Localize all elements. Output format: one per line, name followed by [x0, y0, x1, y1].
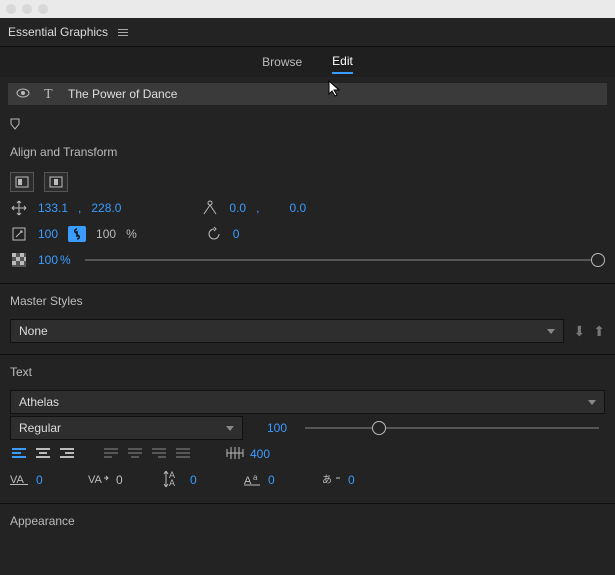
- baseline-field: Aa 0: [244, 472, 294, 489]
- section-text: Text Athelas Regular 100: [10, 365, 605, 493]
- opacity-slider[interactable]: [85, 253, 599, 267]
- window-close-dot[interactable]: [6, 4, 16, 14]
- move-icon: [10, 199, 28, 217]
- panel-header: Essential Graphics: [0, 18, 615, 47]
- scale-icon: [10, 225, 28, 243]
- opacity-unit: %: [60, 253, 71, 267]
- tab-edit[interactable]: Edit: [332, 50, 353, 74]
- tracking-width-icon: [226, 446, 244, 463]
- anchor-icon: [201, 199, 219, 217]
- position-x[interactable]: 133.1: [38, 201, 68, 215]
- leading-field: AA 0: [166, 471, 216, 490]
- position-row: 133.1 , 228.0 0.0 , 0.0: [10, 195, 605, 221]
- macos-titlebar: [0, 0, 615, 18]
- panel-title: Essential Graphics: [8, 25, 108, 39]
- scale-row: 100 100 % 0: [10, 221, 605, 247]
- kerning-field: VA 0: [10, 472, 60, 489]
- justify-last-left-button: [102, 446, 120, 462]
- svg-text:a: a: [253, 473, 258, 482]
- scale-unit: %: [126, 227, 137, 241]
- tsume-field: あ 0: [322, 472, 372, 489]
- chevron-down-icon: [547, 329, 555, 334]
- opacity-value[interactable]: 100: [38, 253, 58, 267]
- push-down-icon[interactable]: ⬇: [574, 323, 586, 340]
- align-center-button[interactable]: [34, 446, 52, 462]
- section-align-transform: Align and Transform 133.1 , 228.0 0.0 , …: [10, 145, 605, 273]
- tab-bar: Browse Edit: [0, 47, 615, 77]
- kerning-icon: VA: [10, 472, 30, 489]
- rotation[interactable]: 0: [233, 227, 240, 241]
- tracking-value[interactable]: 0: [116, 473, 123, 487]
- window-max-dot[interactable]: [38, 4, 48, 14]
- leading-value[interactable]: 0: [190, 473, 197, 487]
- tracking-width-value[interactable]: 400: [250, 447, 270, 461]
- section-title-align: Align and Transform: [10, 145, 605, 159]
- pin-icon[interactable]: [10, 118, 22, 133]
- svg-text:T: T: [44, 87, 53, 102]
- svg-text:VA: VA: [88, 474, 103, 486]
- layer-name: The Power of Dance: [68, 87, 177, 101]
- align-vertical-button[interactable]: [44, 172, 68, 192]
- rotation-icon: [205, 225, 223, 243]
- kerning-value[interactable]: 0: [36, 473, 43, 487]
- anchor-y[interactable]: 0.0: [289, 201, 306, 215]
- visibility-icon[interactable]: [16, 87, 30, 101]
- section-title-text: Text: [10, 365, 605, 379]
- text-align-row: 400: [10, 441, 605, 467]
- baseline-value[interactable]: 0: [268, 473, 275, 487]
- font-family-value: Athelas: [19, 395, 59, 409]
- font-family-select[interactable]: Athelas: [10, 390, 605, 414]
- tracking-field: VA 0: [88, 472, 138, 489]
- font-size-slider[interactable]: [305, 421, 599, 435]
- opacity-icon: [10, 251, 28, 269]
- section-title-appearance: Appearance: [10, 514, 605, 528]
- anchor-x[interactable]: 0.0: [229, 201, 246, 215]
- align-horizontal-button[interactable]: [10, 172, 34, 192]
- pin-toolbar: [8, 113, 607, 137]
- scale-height[interactable]: 100: [96, 227, 116, 241]
- link-icon[interactable]: [68, 226, 86, 242]
- window-min-dot[interactable]: [22, 4, 32, 14]
- svg-text:A: A: [169, 478, 175, 488]
- position-y[interactable]: 228.0: [91, 201, 121, 215]
- svg-text:あ: あ: [322, 474, 332, 486]
- anchor-sep: ,: [256, 201, 259, 215]
- text-metrics-row: VA 0 VA 0 AA 0 Aa 0 あ 0: [10, 467, 605, 493]
- chevron-down-icon: [226, 426, 234, 431]
- font-style-value: Regular: [19, 421, 61, 435]
- tracking-icon: VA: [88, 472, 110, 489]
- align-right-button[interactable]: [58, 446, 76, 462]
- layer-row[interactable]: T The Power of Dance: [8, 83, 607, 105]
- tsume-value[interactable]: 0: [348, 473, 355, 487]
- position-sep: ,: [78, 201, 81, 215]
- panel-menu-icon[interactable]: [118, 29, 128, 36]
- section-master-styles: Master Styles None ⬇ ⬆: [10, 294, 605, 344]
- master-style-select[interactable]: None: [10, 319, 564, 343]
- push-up-icon[interactable]: ⬆: [593, 323, 605, 340]
- justify-last-right-button: [150, 446, 168, 462]
- opacity-row: 100 %: [10, 247, 605, 273]
- chevron-down-icon: [588, 400, 596, 405]
- justify-last-center-button: [126, 446, 144, 462]
- essential-graphics-panel: Essential Graphics Browse Edit T The Pow…: [0, 18, 615, 575]
- font-size[interactable]: 100: [267, 421, 287, 435]
- section-appearance: Appearance: [10, 514, 605, 528]
- master-style-value: None: [19, 324, 48, 338]
- justify-all-button: [174, 446, 192, 462]
- scale-width[interactable]: 100: [38, 227, 58, 241]
- tab-browse[interactable]: Browse: [262, 51, 302, 73]
- leading-icon: AA: [166, 471, 184, 490]
- baseline-shift-icon: Aa: [244, 472, 262, 489]
- font-style-select[interactable]: Regular: [10, 416, 243, 440]
- tsume-icon: あ: [322, 472, 342, 489]
- text-layer-icon: T: [42, 86, 56, 103]
- section-title-master-styles: Master Styles: [10, 294, 605, 308]
- align-left-button[interactable]: [10, 446, 28, 462]
